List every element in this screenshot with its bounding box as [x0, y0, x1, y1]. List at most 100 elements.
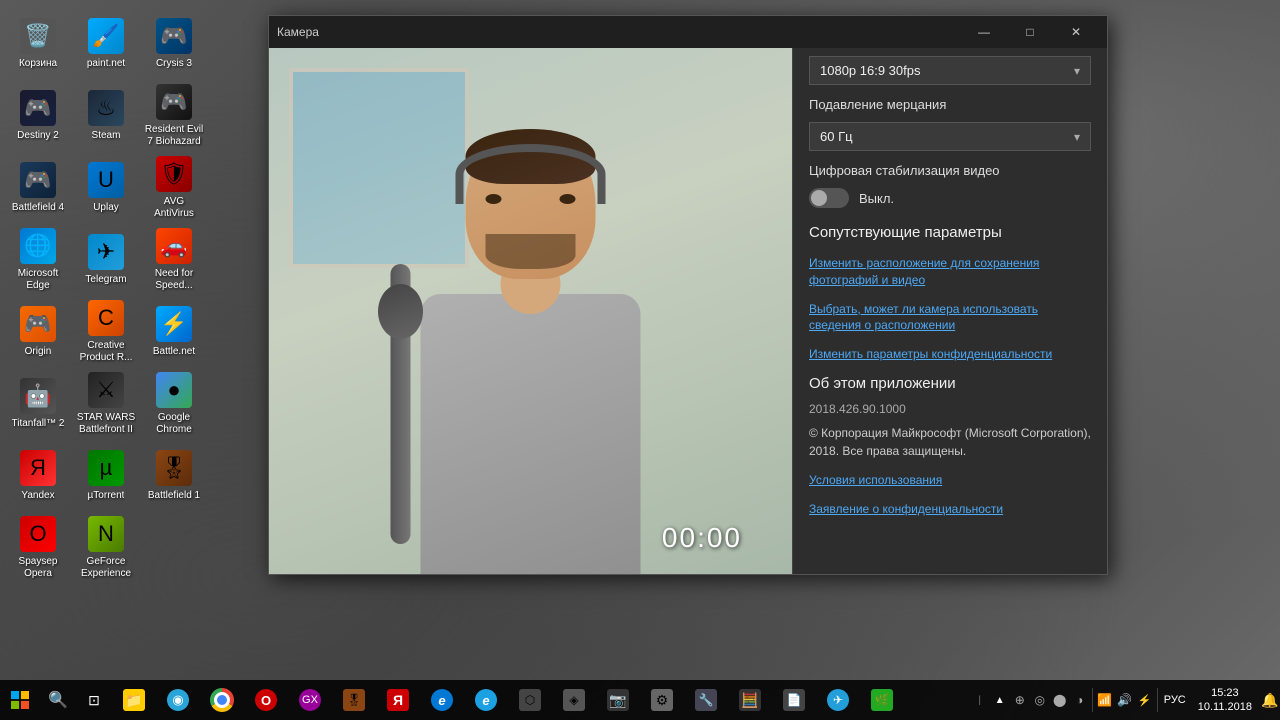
desktop-icon-resident[interactable]: 🎮 Resident Evil 7 Biohazard	[140, 80, 208, 152]
icon-emoji-utorrent: µ	[100, 455, 113, 481]
icon-label-destiny2: Destiny 2	[17, 130, 59, 142]
desktop-icon-crysis[interactable]: 🎮 Crysis 3	[140, 8, 208, 80]
copyright-text: © Корпорация Майкрософт (Microsoft Corpo…	[809, 424, 1091, 460]
maximize-button[interactable]: □	[1007, 16, 1053, 48]
language-indicator[interactable]: РУС	[1160, 680, 1190, 720]
desktop-icon-titanfall[interactable]: 🤖 Titanfall™ 2	[4, 368, 72, 440]
power-icon[interactable]: ⚡	[1135, 680, 1155, 720]
icon-label-uplay: Uplay	[93, 202, 119, 214]
desktop-icon-steam[interactable]: ♨ Steam	[72, 80, 140, 152]
icon-label-origin: Origin	[25, 346, 52, 358]
window-title: Камера	[277, 25, 961, 39]
tray-icon-2[interactable]: ◎	[1030, 680, 1050, 720]
desktop-icon-bf1[interactable]: 🎖 Battlefield 1	[140, 440, 208, 512]
notification-icon: 🔔	[1261, 692, 1278, 709]
location-permission-link[interactable]: Выбрать, может ли камера использовать св…	[809, 301, 1091, 335]
desktop-icon-bf4[interactable]: 🎮 Battlefield 4	[4, 152, 72, 224]
taskbar-app-green[interactable]: 🌿	[860, 680, 904, 720]
icon-emoji-trash: 🗑️	[24, 23, 51, 49]
taskbar-app-telegram[interactable]: ✈	[816, 680, 860, 720]
taskbar-app-files[interactable]: 📁	[112, 680, 156, 720]
photos-location-link[interactable]: Изменить расположение для сохранения фот…	[809, 255, 1091, 289]
desktop-icon-avg[interactable]: 🛡 AVG AntiVirus FREE	[140, 152, 208, 224]
task-view-button[interactable]: ⊡	[76, 680, 112, 720]
taskbar-app-bf1[interactable]: 🎖	[332, 680, 376, 720]
flicker-title: Подавление мерцания	[809, 97, 1091, 112]
flicker-dropdown[interactable]: 60 Гц ▾	[809, 122, 1091, 151]
icon-img-opera: O	[20, 516, 56, 552]
icon-img-destiny2: 🎮	[20, 90, 56, 126]
icon-label-resident: Resident Evil 7 Biohazard	[144, 124, 204, 148]
resolution-dropdown[interactable]: 1080p 16:9 30fps ▾	[809, 56, 1091, 85]
tray-icon-1[interactable]: ⊕	[1010, 680, 1030, 720]
taskbar-app-yandex[interactable]: Я	[376, 680, 420, 720]
taskbar-app-chrome[interactable]	[200, 680, 244, 720]
taskbar-app-opera[interactable]: O	[244, 680, 288, 720]
icon-label-telegram: Telegram	[85, 274, 126, 286]
search-button[interactable]: 🔍	[40, 680, 76, 720]
volume-button[interactable]: 🔊	[1115, 680, 1135, 720]
taskbar-app-edge[interactable]: e	[420, 680, 464, 720]
tray-app3-icon: ⬤	[1053, 693, 1066, 707]
desktop-icon-geforce[interactable]: N GeForce Experience	[72, 512, 140, 584]
icon-emoji-bf4: 🎮	[24, 167, 51, 193]
tray-app1-icon: ⊕	[1015, 693, 1025, 707]
taskbar-app-opera-gx[interactable]: GX	[288, 680, 332, 720]
icon-img-titanfall: 🤖	[20, 378, 56, 414]
resolution-chevron-icon: ▾	[1074, 64, 1080, 78]
network-icon[interactable]: 📶	[1095, 680, 1115, 720]
taskbar-app-cortana[interactable]: ◉	[156, 680, 200, 720]
taskbar-app-settings[interactable]: ⚙	[640, 680, 684, 720]
start-button[interactable]	[0, 680, 40, 720]
icon-img-creative: C	[88, 300, 124, 336]
about-section: Об этом приложении 2018.426.90.1000 © Ко…	[809, 375, 1091, 518]
resolution-section: 1080p 16:9 30fps ▾	[809, 56, 1091, 85]
icon-emoji-steam: ♨	[96, 95, 116, 121]
stabilize-state-label: Выкл.	[859, 191, 894, 206]
desktop-icon-battle[interactable]: ⚡ Battle.net	[140, 296, 208, 368]
icon-img-telegram: ✈	[88, 234, 124, 270]
icon-emoji-resident: 🎮	[160, 89, 187, 115]
desktop-icon-creative[interactable]: C Creative Product R...	[72, 296, 140, 368]
taskbar-app-misc1[interactable]: ⬡	[508, 680, 552, 720]
desktop-icon-starwars[interactable]: ⚔ STAR WARS Battlefront II	[72, 368, 140, 440]
desktop-icon-opera[interactable]: O Spaysep Opera	[4, 512, 72, 584]
version-text: 2018.426.90.1000	[809, 402, 1091, 416]
clock-display[interactable]: 15:23 10.11.2018	[1190, 680, 1260, 720]
tray-icon-4[interactable]: ◑	[1070, 680, 1090, 720]
desktop-icon-utorrent[interactable]: µ µTorrent	[72, 440, 140, 512]
desktop-icon-nfs[interactable]: 🚗 Need for Speed...	[140, 224, 208, 296]
flicker-value: 60 Гц	[820, 129, 853, 144]
icon-emoji-paint: 🖌️	[92, 23, 119, 49]
taskbar-app-calc[interactable]: 🧮	[728, 680, 772, 720]
taskbar-app-camera[interactable]: 📷	[596, 680, 640, 720]
privacy-link[interactable]: Заявление о конфиденциальности	[809, 501, 1091, 518]
desktop-icon-yandex[interactable]: Я Yandex	[4, 440, 72, 512]
privacy-settings-link[interactable]: Изменить параметры конфиденциальности	[809, 346, 1091, 363]
minimize-button[interactable]: —	[961, 16, 1007, 48]
bf1-taskbar-icon: 🎖	[343, 689, 365, 711]
desktop-icon-chrome[interactable]: ● Google Chrome	[140, 368, 208, 440]
stabilize-toggle[interactable]	[809, 188, 849, 208]
clock-time: 15:23	[1211, 686, 1239, 700]
tray-icon-3[interactable]: ⬤	[1050, 680, 1070, 720]
taskbar-app-ie[interactable]: e	[464, 680, 508, 720]
expand-tray-button[interactable]: ▲	[990, 680, 1010, 720]
desktop-icon-telegram[interactable]: ✈ Telegram	[72, 224, 140, 296]
terms-link[interactable]: Условия использования	[809, 472, 1091, 489]
taskbar-app-misc2[interactable]: ◈	[552, 680, 596, 720]
desktop-icon-destiny2[interactable]: 🎮 Destiny 2	[4, 80, 72, 152]
taskbar-app-misc3[interactable]: 🔧	[684, 680, 728, 720]
desktop-icon-origin[interactable]: 🎮 Origin	[4, 296, 72, 368]
camera-settings-panel[interactable]: 1080p 16:9 30fps ▾ Подавление мерцания 6…	[792, 48, 1107, 574]
taskbar-app-files2[interactable]: 📄	[772, 680, 816, 720]
icon-img-edge: 🌐	[20, 228, 56, 264]
notification-center-button[interactable]: 🔔	[1260, 680, 1280, 720]
desktop-icon-paint[interactable]: 🖌️ paint.net	[72, 8, 140, 80]
stabilize-section: Цифровая стабилизация видео Выкл.	[809, 163, 1091, 208]
icon-label-yandex: Yandex	[21, 490, 54, 502]
desktop-icon-uplay[interactable]: U Uplay	[72, 152, 140, 224]
close-button[interactable]: ✕	[1053, 16, 1099, 48]
desktop-icon-trash[interactable]: 🗑️ Корзина	[4, 8, 72, 80]
desktop-icon-edge[interactable]: 🌐 Microsoft Edge	[4, 224, 72, 296]
